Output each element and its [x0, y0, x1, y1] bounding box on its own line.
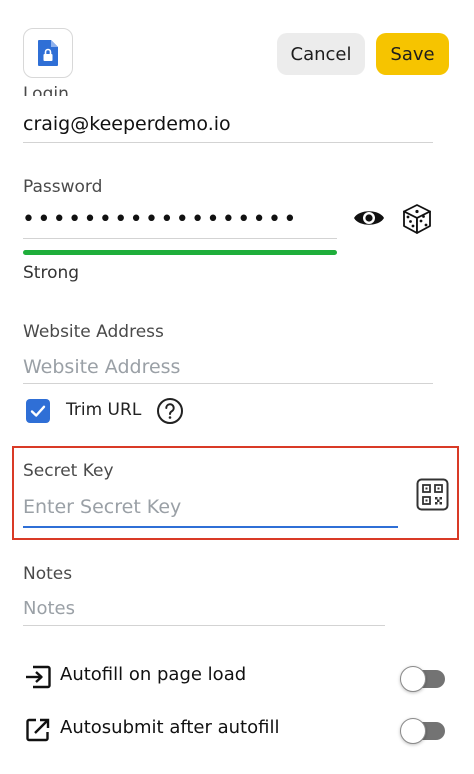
reveal-password-button[interactable]: [352, 205, 386, 235]
autosubmit-label: Autosubmit after autofill: [60, 717, 280, 738]
trim-url-help-button[interactable]: [156, 397, 184, 429]
notes-label: Notes: [23, 564, 73, 584]
record-type-button[interactable]: [23, 28, 73, 78]
login-underline: [23, 142, 433, 143]
secret-key-underline: [23, 526, 398, 528]
save-button[interactable]: Save: [376, 33, 449, 75]
password-input[interactable]: ••••••••••••••••••: [22, 209, 299, 231]
eye-icon: [354, 211, 384, 225]
password-strength-label: Strong: [23, 263, 80, 283]
generate-password-button[interactable]: [401, 203, 433, 239]
autofill-label: Autofill on page load: [60, 664, 247, 685]
dice-icon: [403, 204, 431, 234]
website-label: Website Address: [23, 322, 164, 342]
enter-arrow-icon: [24, 664, 52, 694]
notes-input[interactable]: Notes: [23, 598, 75, 619]
login-label-partial: Login: [23, 84, 69, 96]
website-underline: [23, 383, 433, 384]
open-external-icon: [25, 717, 51, 747]
help-circle-icon: [157, 398, 183, 424]
website-input[interactable]: Website Address: [23, 356, 180, 378]
secret-key-label: Secret Key: [23, 461, 114, 481]
autofill-toggle-knob: [400, 666, 426, 692]
notes-underline: [23, 625, 385, 626]
trim-url-checkbox[interactable]: [26, 399, 50, 423]
qr-scan-icon: [416, 478, 449, 511]
login-input[interactable]: craig@keeperdemo.io: [23, 113, 231, 135]
checkmark-icon: [30, 405, 46, 417]
locked-document-icon: [38, 40, 58, 66]
autosubmit-toggle-knob: [400, 718, 426, 744]
password-label: Password: [23, 177, 103, 197]
cancel-button[interactable]: Cancel: [277, 33, 365, 75]
scan-qr-button[interactable]: [416, 478, 449, 515]
autosubmit-toggle[interactable]: [400, 717, 446, 745]
trim-url-label: Trim URL: [66, 400, 142, 420]
autofill-toggle[interactable]: [400, 665, 446, 693]
password-underline: [23, 238, 337, 239]
secret-key-input[interactable]: Enter Secret Key: [23, 496, 181, 518]
password-strength-bar: [23, 250, 337, 255]
